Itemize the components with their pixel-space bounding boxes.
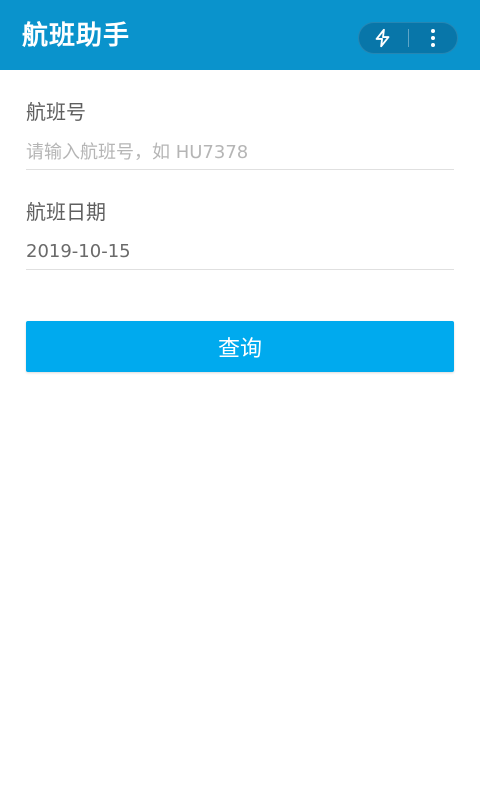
flight-date-underline xyxy=(26,269,454,270)
app-title: 航班助手 xyxy=(22,21,131,51)
flash-button[interactable] xyxy=(359,23,407,53)
more-vertical-icon xyxy=(431,29,435,47)
flash-icon xyxy=(375,28,390,48)
flight-date-label: 航班日期 xyxy=(26,200,106,224)
flight-date-picker[interactable]: 2019-10-15 xyxy=(26,240,131,264)
more-button[interactable] xyxy=(409,23,457,53)
app-screen: 航班助手 航班号 航班日期 2019-10-15 查询 xyxy=(0,0,480,800)
flight-number-input[interactable] xyxy=(26,137,454,167)
app-bar: 航班助手 xyxy=(0,0,480,70)
flight-number-underline xyxy=(26,169,454,170)
flight-number-label: 航班号 xyxy=(26,100,86,124)
mini-program-capsule xyxy=(358,22,458,54)
query-button[interactable]: 查询 xyxy=(26,321,454,372)
